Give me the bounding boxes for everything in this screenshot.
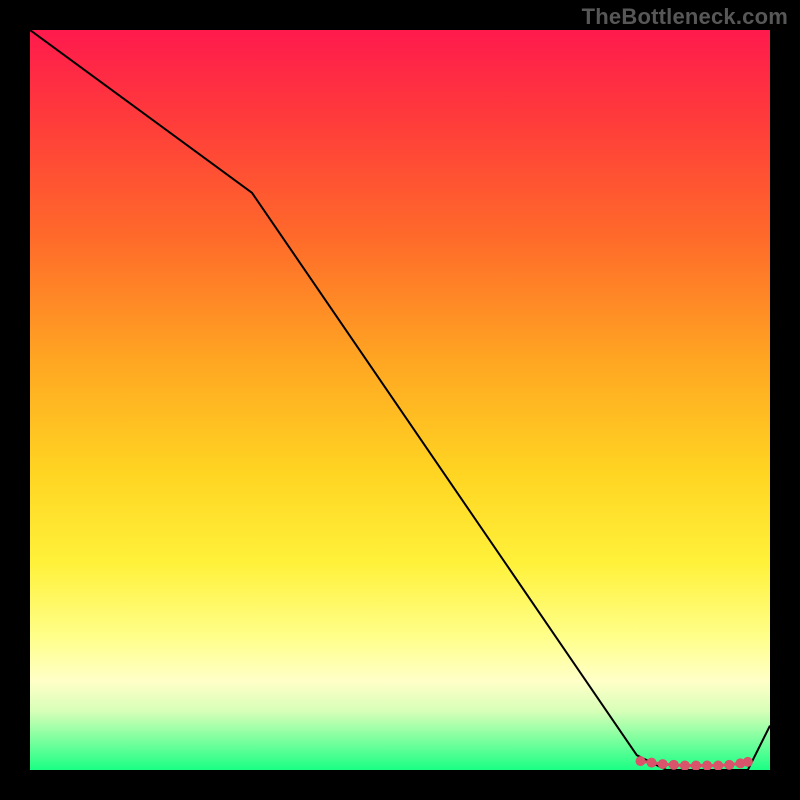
chart-frame: TheBottleneck.com [0,0,800,800]
watermark-text: TheBottleneck.com [582,4,788,30]
plot-gradient-area [30,30,770,770]
